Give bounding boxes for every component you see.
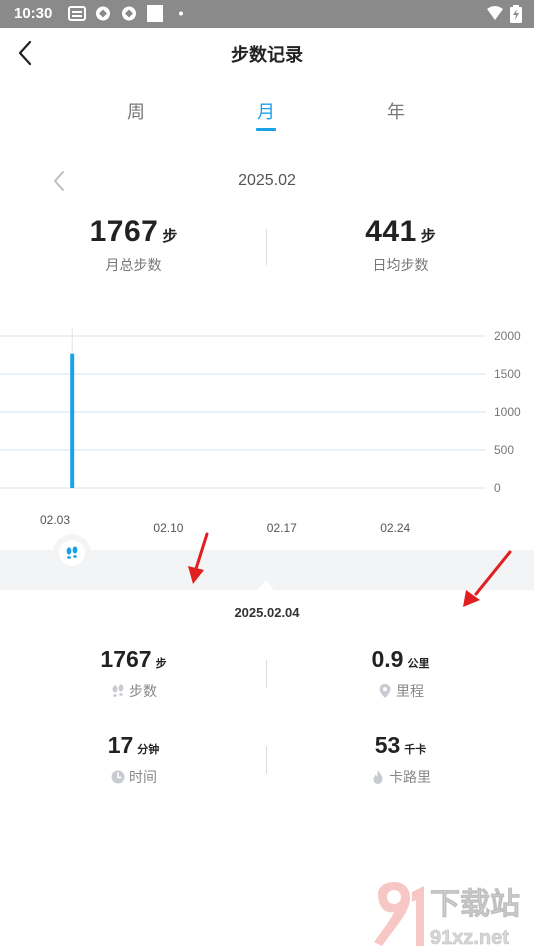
annotation-arrow-icon-2: [463, 550, 512, 607]
watermark: 下载站 91xz.net: [368, 880, 534, 950]
current-period: 2025.02: [238, 172, 296, 189]
stat-calories-label: 卡路里: [389, 769, 431, 785]
square-icon: [147, 5, 163, 22]
annotation-arrow-icon: [188, 532, 209, 584]
stat-calories-value: 53: [374, 732, 401, 758]
system-icons: [486, 5, 522, 23]
stat-steps-value: 1767: [100, 646, 152, 672]
flame-icon: [373, 770, 383, 784]
detail-date: 2025.02.04: [234, 605, 300, 620]
average-steps-unit: 步: [420, 228, 436, 245]
average-steps: 441 步 日均步数: [267, 215, 534, 275]
active-tab-indicator: [256, 128, 276, 131]
stat-distance-label: 里程: [396, 683, 424, 699]
x-tick-label: 02.10: [153, 521, 184, 535]
y-tick-label: 0: [494, 481, 501, 495]
status-time: 10:30: [14, 5, 53, 22]
total-steps-unit: 步: [162, 228, 178, 245]
location-pin-icon: [379, 684, 391, 698]
watermark-logo-icon: 下载站 91xz.net: [374, 882, 520, 949]
total-steps-value: 1767: [89, 215, 159, 248]
sync-icon-2: [122, 6, 136, 21]
stat-time-unit: 分钟: [137, 744, 160, 756]
battery-icon: [510, 5, 522, 23]
period-tabs: 周 月 年: [0, 98, 534, 134]
total-steps: 1767 步 月总步数: [0, 215, 267, 275]
stat-distance: 0.9 公里 里程: [267, 646, 534, 701]
chart-bar[interactable]: [70, 353, 75, 488]
y-tick-label: 500: [494, 443, 514, 457]
steps-bar-chart[interactable]: 2000 1500 1000 500 0: [0, 320, 534, 510]
page-title: 步数记录: [231, 45, 303, 65]
stat-distance-value: 0.9: [371, 646, 404, 672]
average-steps-label: 日均步数: [372, 257, 429, 273]
x-tick-label: 02.17: [266, 521, 297, 535]
stat-time-value: 17: [107, 732, 134, 758]
total-steps-label: 月总步数: [105, 257, 162, 273]
chart-x-axis: 02.03 02.10 02.17 02.24: [0, 510, 534, 540]
y-tick-label: 2000: [494, 329, 521, 343]
footprints-icon: [112, 684, 124, 697]
tab-week[interactable]: 周: [96, 98, 176, 124]
stat-time-label: 时间: [129, 769, 157, 785]
notification-icons: [68, 5, 190, 22]
clock-icon: [111, 770, 125, 784]
month-summary: 1767 步 月总步数 441 步 日均步数: [0, 215, 534, 285]
watermark-text: 下载站: [430, 888, 520, 921]
x-tick-label: 02.24: [380, 521, 411, 535]
app-header: 步数记录: [0, 28, 534, 78]
date-navigator: 2025.02: [0, 168, 534, 196]
watermark-domain: 91xz.net: [430, 927, 509, 949]
y-tick-label: 1500: [494, 367, 521, 381]
stat-calories: 53 千卡 卡路里: [267, 732, 534, 787]
x-tick-label: 02.03: [40, 513, 71, 527]
status-bar: 10:30: [0, 0, 534, 28]
average-steps-value: 441: [365, 215, 417, 248]
selected-day-marker[interactable]: [59, 540, 85, 566]
selection-pointer: [258, 580, 274, 590]
sync-icon: [96, 6, 110, 21]
wifi-icon: [487, 6, 503, 20]
stat-time: 17 分钟 时间: [0, 732, 267, 787]
stat-steps: 1767 步 步数: [0, 646, 267, 701]
footprints-icon: [66, 546, 78, 559]
tab-year[interactable]: 年: [356, 98, 436, 124]
y-tick-label: 1000: [494, 405, 521, 419]
stat-distance-unit: 公里: [407, 658, 430, 670]
stat-calories-unit: 千卡: [404, 744, 427, 756]
dot-icon: [179, 11, 183, 16]
stat-steps-unit: 步: [155, 658, 167, 670]
stat-steps-label: 步数: [129, 683, 157, 699]
tab-month[interactable]: 月: [226, 98, 306, 124]
keyboard-icon: [68, 6, 86, 21]
